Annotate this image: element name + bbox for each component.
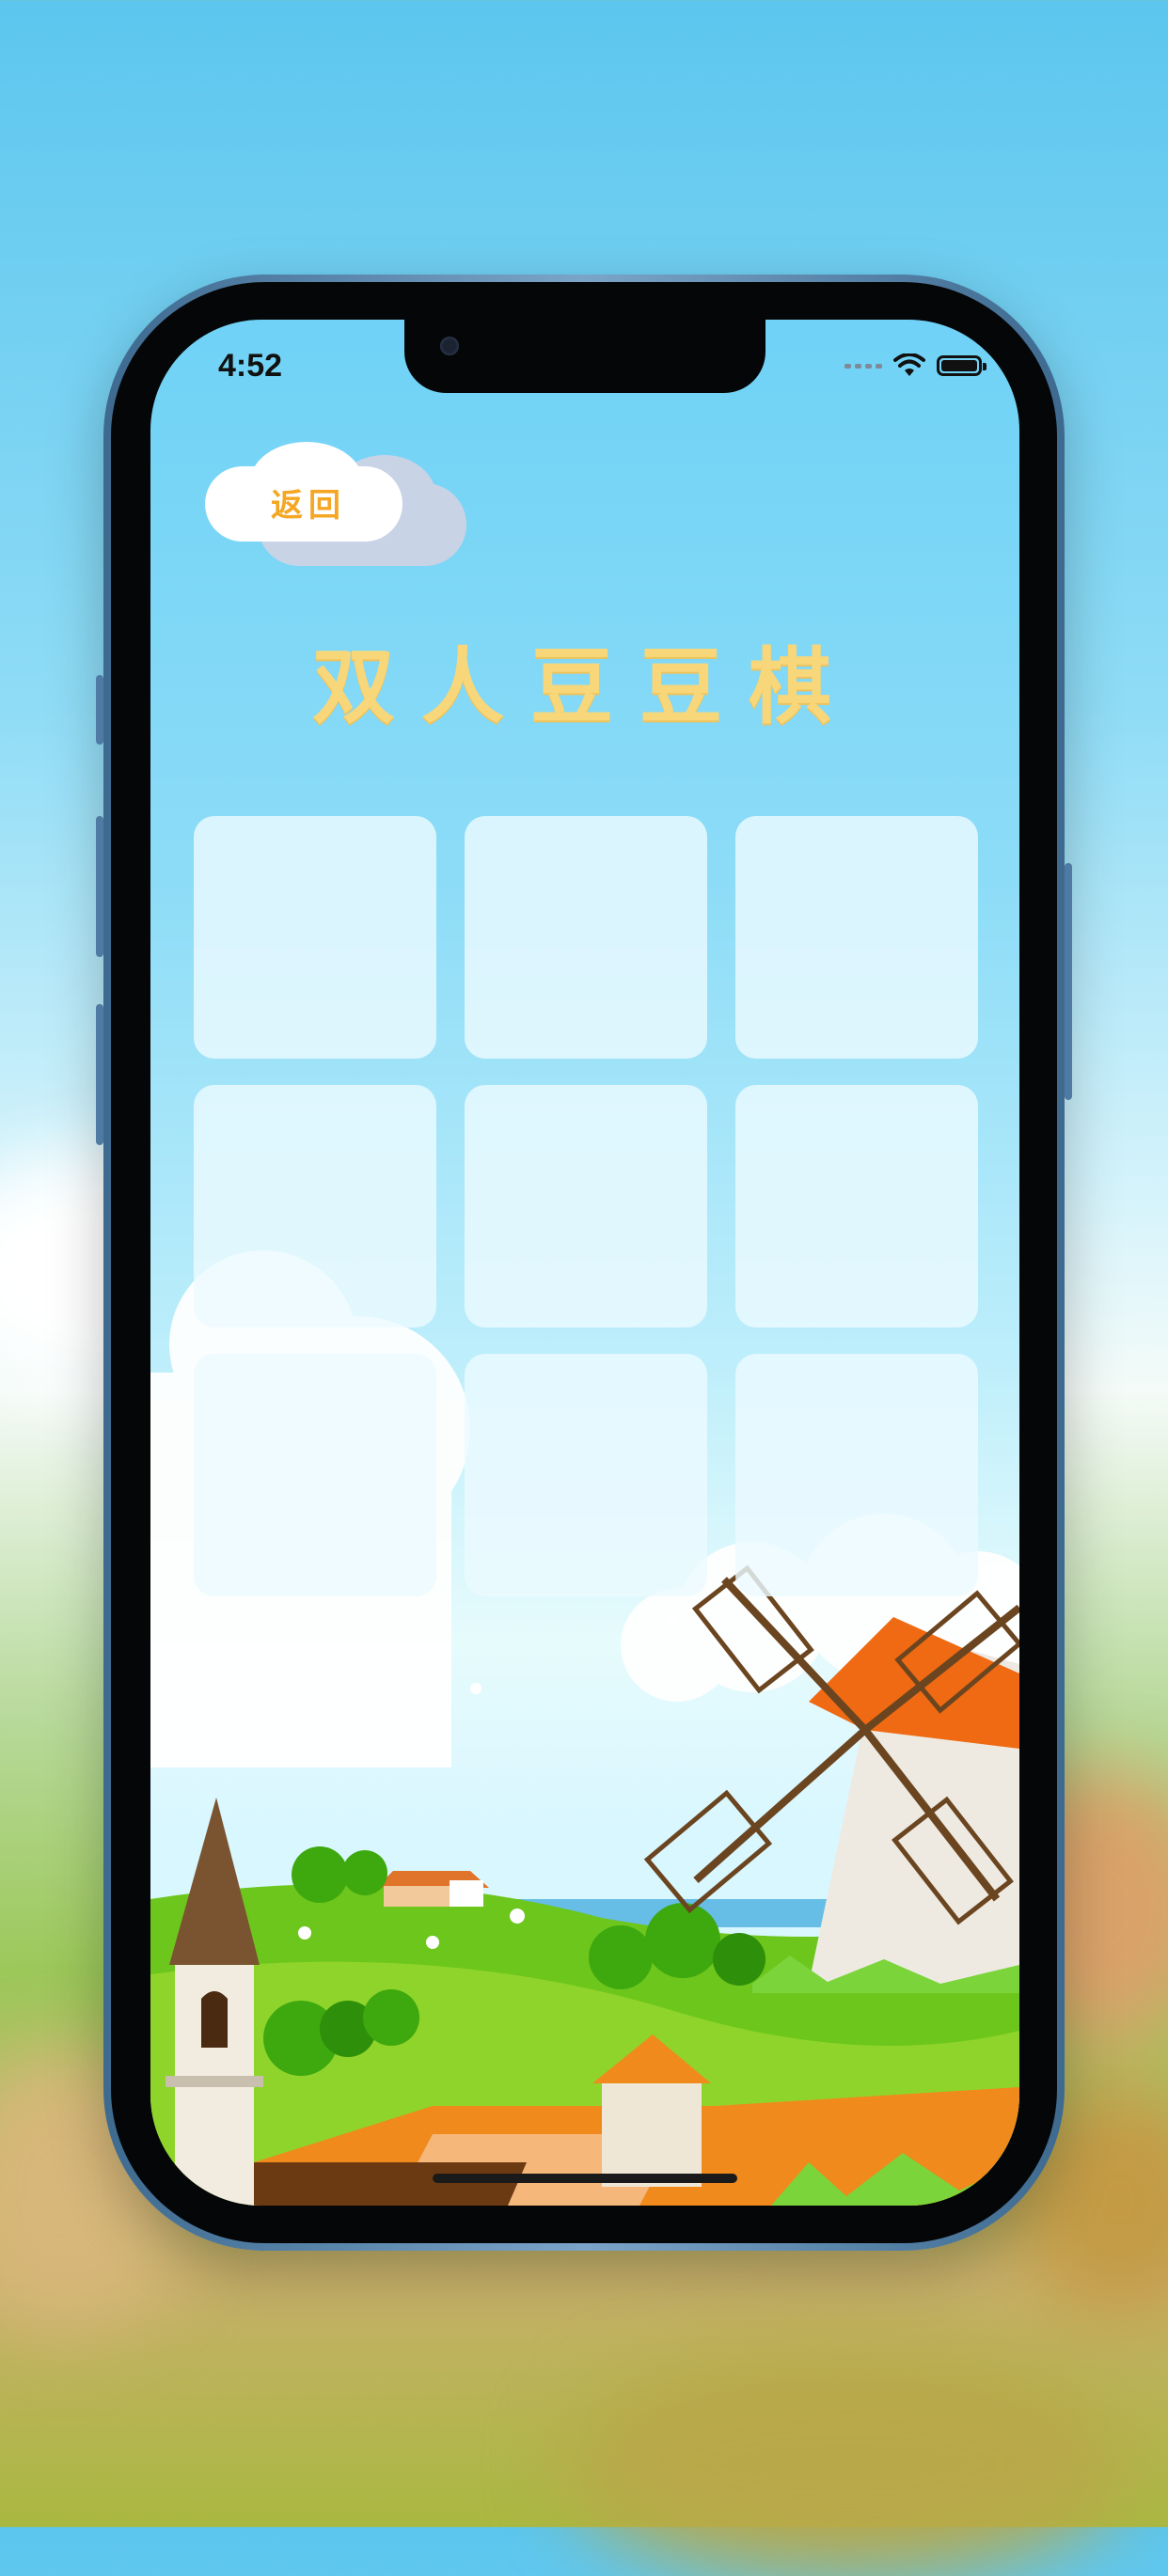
board-cell-6[interactable]	[735, 1085, 978, 1327]
board-cell-8[interactable]	[465, 1354, 707, 1596]
front-camera	[440, 337, 459, 355]
notch	[404, 320, 766, 393]
board-cell-4[interactable]	[194, 1085, 436, 1327]
board-cell-1[interactable]	[194, 816, 436, 1059]
board-cell-9[interactable]	[735, 1354, 978, 1596]
action-button	[96, 675, 103, 745]
volume-up-button	[96, 816, 103, 957]
board-cell-5[interactable]	[465, 1085, 707, 1327]
back-button-label: 返回	[271, 487, 346, 525]
battery-icon	[937, 355, 986, 376]
board-cell-3[interactable]	[735, 816, 978, 1059]
status-indicators	[844, 353, 986, 378]
back-button[interactable]: 返回	[205, 442, 468, 573]
board-cell-2[interactable]	[465, 816, 707, 1059]
power-button	[1065, 863, 1072, 1100]
volume-down-button	[96, 1004, 103, 1145]
status-time: 4:52	[218, 348, 283, 384]
wifi-icon	[893, 353, 925, 376]
home-indicator[interactable]	[433, 2174, 737, 2183]
page-title: 双人豆豆棋	[311, 638, 858, 735]
board-cell-7[interactable]	[194, 1354, 436, 1596]
game-board	[194, 816, 978, 1596]
app-screen: 4:52 返回 双人豆豆棋	[150, 320, 1019, 2206]
cellular-icon	[844, 363, 882, 369]
